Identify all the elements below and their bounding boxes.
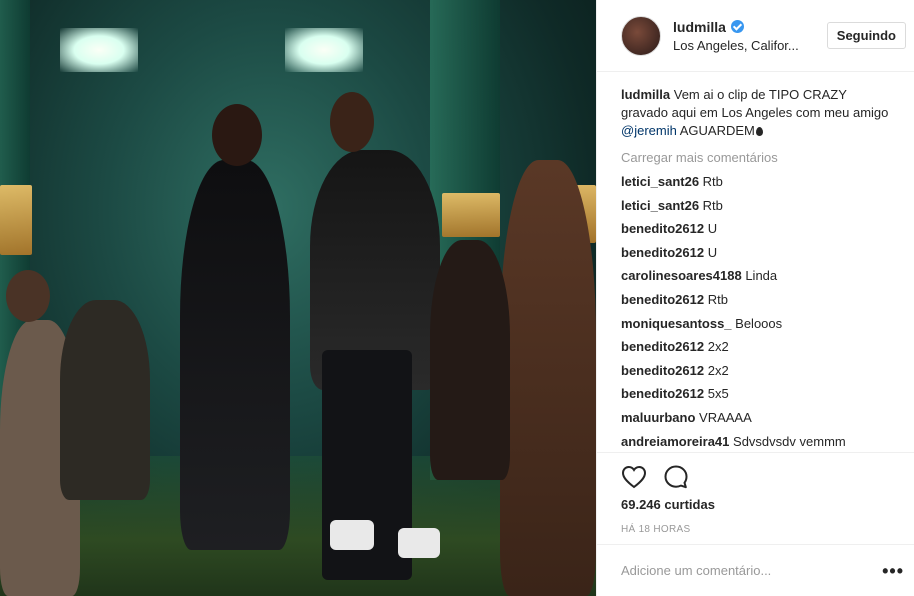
comment-text: Linda — [745, 268, 778, 284]
comment-item: andreiamoreira41 Sdvsdvsdv vemmm — [621, 433, 890, 451]
username-link[interactable]: ludmilla — [673, 19, 726, 35]
lamp-left — [0, 185, 32, 255]
comment-username[interactable]: benedito2612 — [621, 363, 704, 378]
post-image[interactable] — [0, 0, 596, 596]
comment-username[interactable]: benedito2612 — [621, 386, 704, 401]
action-icons-row — [621, 453, 890, 501]
droplet-emoji-icon — [755, 127, 763, 136]
comment-icon[interactable] — [663, 464, 689, 490]
comment-item: carolinesoares4188 Linda — [621, 267, 890, 285]
caption-mention-link[interactable]: @jeremih — [621, 123, 677, 138]
verified-badge-icon — [730, 20, 744, 33]
background-person-right — [430, 240, 510, 480]
comment-username[interactable]: maluurbano — [621, 410, 695, 425]
comment-item: maluurbano VRAAAA — [621, 409, 890, 427]
comment-text: U — [707, 221, 718, 237]
comment-item: letici_sant26 Rtb — [621, 173, 890, 191]
more-options-icon[interactable]: ••• — [882, 562, 904, 580]
user-meta: ludmilla Los Angeles, Califor... — [673, 19, 819, 53]
comment-text: 5x5 — [707, 386, 729, 402]
following-button[interactable]: Seguindo — [826, 22, 906, 49]
comment-username[interactable]: letici_sant26 — [621, 198, 699, 213]
caption-username[interactable]: ludmilla — [621, 87, 670, 102]
caption: ludmilla Vem ai o clip de TIPO CRAZY gra… — [621, 86, 890, 140]
comment-username[interactable]: andreiamoreira41 — [621, 434, 729, 449]
comment-item: letici_sant26 Rtb — [621, 197, 890, 215]
post-container: ludmilla Los Angeles, Califor... Seguind… — [0, 0, 914, 596]
add-comment-bar: ••• — [597, 544, 914, 596]
comment-input[interactable] — [621, 563, 883, 578]
comment-text: Rtb — [707, 291, 728, 307]
location-link[interactable]: Los Angeles, Califor... — [673, 38, 819, 53]
comments-list: ludmilla Vem ai o clip de TIPO CRAZY gra… — [597, 72, 914, 452]
shirtless-man-right — [500, 160, 596, 596]
comment-text: Rtb — [702, 197, 723, 213]
load-more-comments-link[interactable]: Carregar mais comentários — [621, 150, 890, 165]
comment-text: Belooos — [735, 315, 783, 331]
comment-username[interactable]: carolinesoares4188 — [621, 268, 742, 283]
post-timestamp[interactable]: HÁ 18 HORAS — [621, 524, 890, 535]
sneaker-left — [330, 520, 374, 550]
comment-text: U — [707, 244, 718, 260]
lamp-right — [442, 193, 500, 237]
comment-item: benedito2612 U — [621, 244, 890, 262]
likes-count[interactable]: 69.246 curtidas — [621, 497, 890, 512]
comment-item: benedito2612 2x2 — [621, 362, 890, 380]
comment-text: 2x2 — [707, 339, 729, 355]
comment-item: moniquesantoss_ Belooos — [621, 315, 890, 333]
studio-light-right — [285, 28, 363, 72]
comment-text: VRAAAA — [699, 409, 752, 425]
post-header: ludmilla Los Angeles, Califor... Seguind… — [597, 0, 914, 72]
seated-person-left-head — [6, 270, 50, 322]
woman-head — [212, 104, 262, 166]
comment-username[interactable]: letici_sant26 — [621, 174, 699, 189]
man-head — [330, 92, 374, 152]
comment-item: benedito2612 U — [621, 220, 890, 238]
post-actions: 69.246 curtidas HÁ 18 HORAS — [597, 452, 914, 535]
comment-text: Rtb — [702, 174, 723, 189]
studio-light-left — [60, 28, 138, 72]
sneaker-right — [398, 528, 440, 558]
avatar[interactable] — [621, 15, 661, 56]
comment-item: benedito2612 Rtb — [621, 291, 890, 309]
heart-icon[interactable] — [621, 465, 647, 489]
comment-text: Sdvsdvsdv vemmm — [733, 433, 846, 449]
username-row: ludmilla — [673, 19, 819, 35]
comment-text: 2x2 — [707, 362, 729, 378]
comment-username[interactable]: moniquesantoss_ — [621, 316, 732, 331]
woman-figure — [180, 160, 290, 550]
comment-item: benedito2612 5x5 — [621, 385, 890, 403]
comment-username[interactable]: benedito2612 — [621, 221, 704, 236]
caption-text-end: AGUARDEM — [679, 123, 755, 138]
post-side-panel: ludmilla Los Angeles, Califor... Seguind… — [596, 0, 914, 596]
comment-username[interactable]: benedito2612 — [621, 292, 704, 307]
comment-username[interactable]: benedito2612 — [621, 339, 704, 354]
comment-item: benedito2612 2x2 — [621, 338, 890, 356]
comment-username[interactable]: benedito2612 — [621, 245, 704, 260]
seated-person-2 — [60, 300, 150, 500]
